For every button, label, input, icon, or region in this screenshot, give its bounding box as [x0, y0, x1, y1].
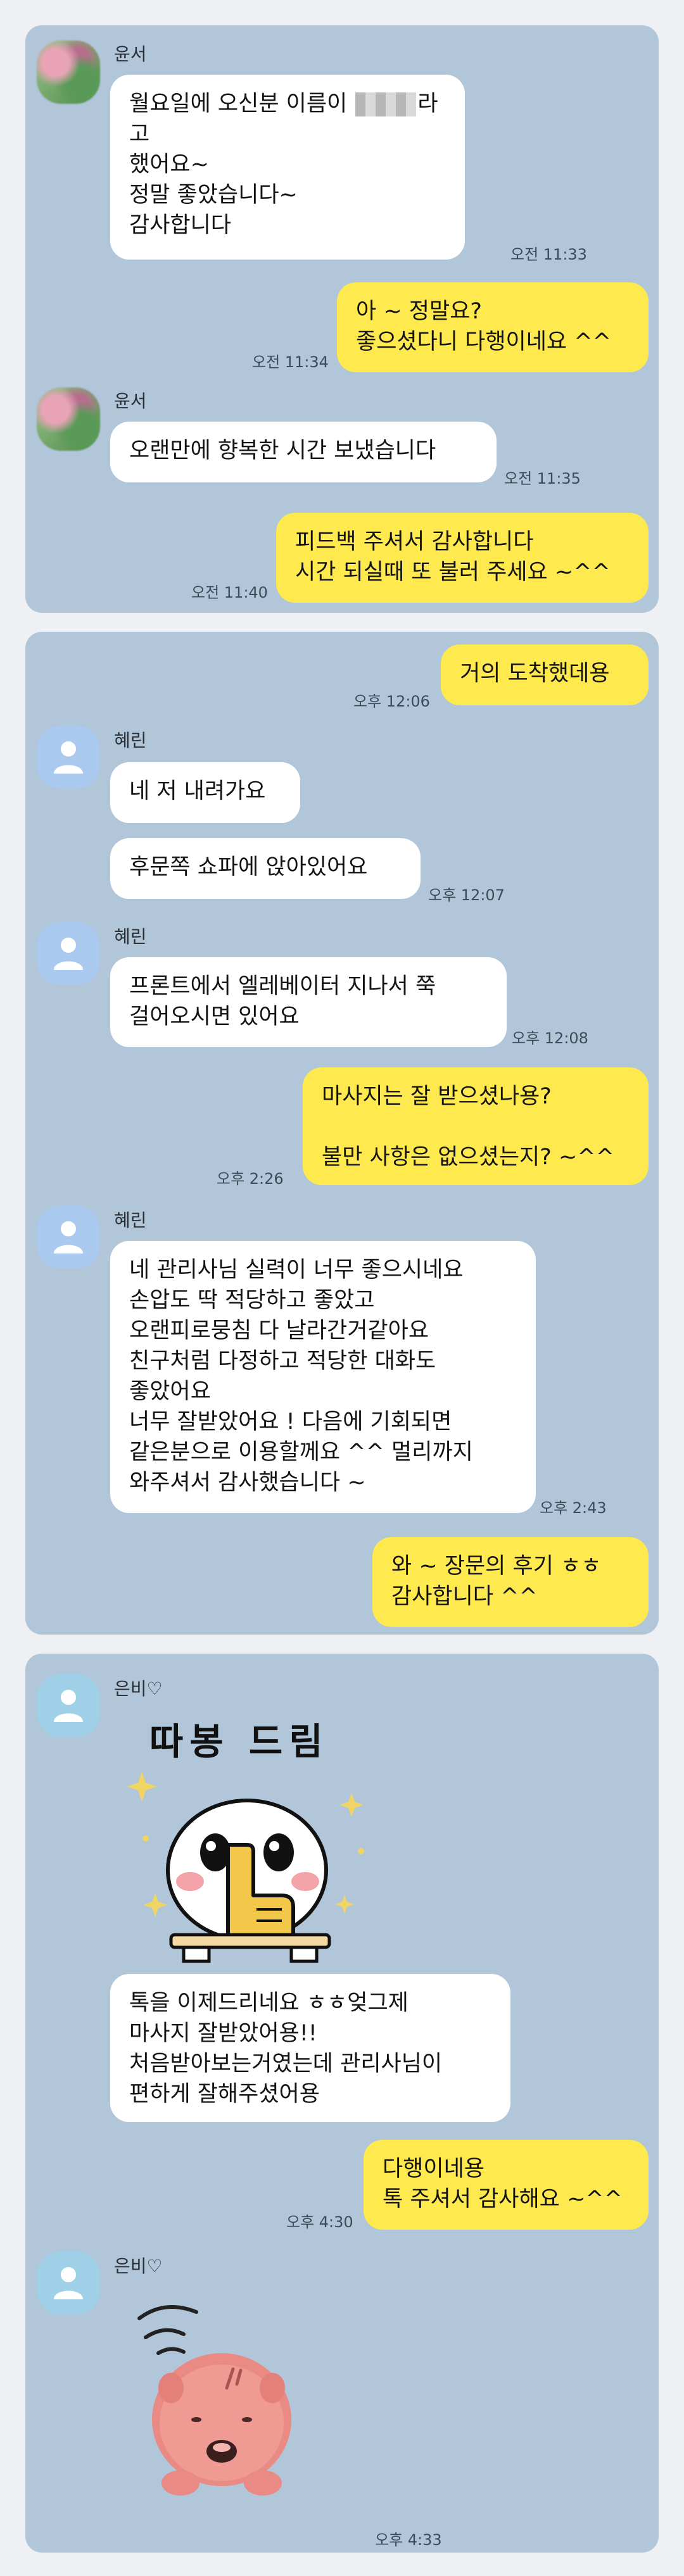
pink-hamster-sticker[interactable] [120, 2293, 310, 2508]
default-avatar[interactable] [37, 1205, 100, 1269]
sticker-illustration [127, 1771, 364, 1963]
default-avatar[interactable] [37, 1674, 100, 1737]
redacted-name [355, 92, 417, 116]
message-bubble[interactable]: 피드백 주셔서 감사합니다 시간 되실때 또 불러 주세요 ~^^ [276, 513, 649, 603]
sender-name: 혜린 [114, 926, 147, 947]
default-avatar[interactable] [37, 726, 100, 789]
default-avatar[interactable] [37, 2251, 100, 2315]
person-silhouette-icon [54, 741, 83, 774]
sticker-illustration [137, 2305, 291, 2496]
sender-name: 혜린 [114, 730, 147, 751]
message-bubble[interactable]: 아 ~ 정말요? 좋으셨다니 다행이네요 ^^ [337, 282, 649, 372]
sender-name: 윤서 [114, 44, 147, 65]
message-time: 오후 4:33 [375, 2531, 442, 2549]
person-silhouette-icon [54, 1221, 83, 1253]
message-bubble[interactable]: 월요일에 오신분 이름이 라고 했어요~ 정말 좋았습니다~ 감사합니다 [110, 75, 465, 260]
message-time: 오전 11:34 [252, 353, 329, 371]
sender-name: 은비♡ [114, 1678, 163, 1699]
message-bubble[interactable]: 와 ~ 장문의 후기 ㅎㅎ 감사합니다 ^^ [372, 1537, 649, 1627]
sender-name: 윤서 [114, 391, 147, 412]
message-time: 오후 4:30 [286, 2213, 353, 2231]
message-bubble[interactable]: 후문쪽 쇼파에 앉아있어요 [110, 838, 421, 899]
message-time: 오후 12:08 [512, 1029, 588, 1047]
person-silhouette-icon [54, 938, 83, 970]
chat-panel-2: 거의 도착했데용 오후 12:06 혜린 네 저 내려가요 후문쪽 쇼파에 앉아… [25, 632, 659, 1635]
sender-name: 혜린 [114, 1210, 147, 1231]
message-bubble[interactable]: 프론트에서 엘레베이터 지나서 쭉 걸어오시면 있어요 [110, 957, 507, 1047]
message-time: 오후 12:07 [428, 886, 505, 904]
message-bubble[interactable]: 거의 도착했데용 [441, 644, 649, 705]
message-time: 오후 2:26 [217, 1170, 284, 1188]
thumbs-up-character-sticker[interactable]: 따봉 드림 [120, 1712, 386, 1965]
message-bubble[interactable]: 네 관리사님 실력이 너무 좋으시네요 손압도 딱 적당하고 좋았고 오랜피로뭉… [110, 1241, 536, 1513]
message-time: 오후 12:06 [353, 693, 430, 710]
person-silhouette-icon [54, 1690, 83, 1722]
chat-panel-1: 윤서 월요일에 오신분 이름이 라고 했어요~ 정말 좋았습니다~ 감사합니다 … [25, 25, 659, 613]
message-time: 오전 11:40 [191, 584, 268, 601]
message-time: 오전 11:33 [510, 246, 587, 263]
message-bubble[interactable]: 오랜만에 향복한 시간 보냈습니다 [110, 422, 497, 482]
message-bubble[interactable]: 톡을 이제드리네요 ㅎㅎ엊그제 마사지 잘받았어용!! 처음받아보는거였는데 관… [110, 1974, 510, 2122]
message-time: 오전 11:35 [504, 470, 581, 487]
sender-avatar[interactable] [37, 387, 100, 451]
sender-avatar[interactable] [37, 41, 100, 104]
default-avatar[interactable] [37, 922, 100, 985]
message-time: 오후 2:43 [540, 1499, 607, 1517]
message-bubble[interactable]: 다행이네용 톡 주셔서 감사해요 ~^^ [364, 2140, 649, 2230]
sender-name: 은비♡ [114, 2256, 163, 2277]
chat-panel-3: 은비♡ 따봉 드림 톡을 이제드리네요 ㅎㅎ엊그제 마사지 잘받았어용!! 처음… [25, 1654, 659, 2553]
person-silhouette-icon [54, 2267, 83, 2299]
message-bubble[interactable]: 네 저 내려가요 [110, 762, 300, 823]
message-bubble[interactable]: 마사지는 잘 받으셨나용? 불만 사항은 없으셨는지? ~^^ [303, 1067, 649, 1185]
message-text: 월요일에 오신분 이름이 [129, 91, 355, 116]
